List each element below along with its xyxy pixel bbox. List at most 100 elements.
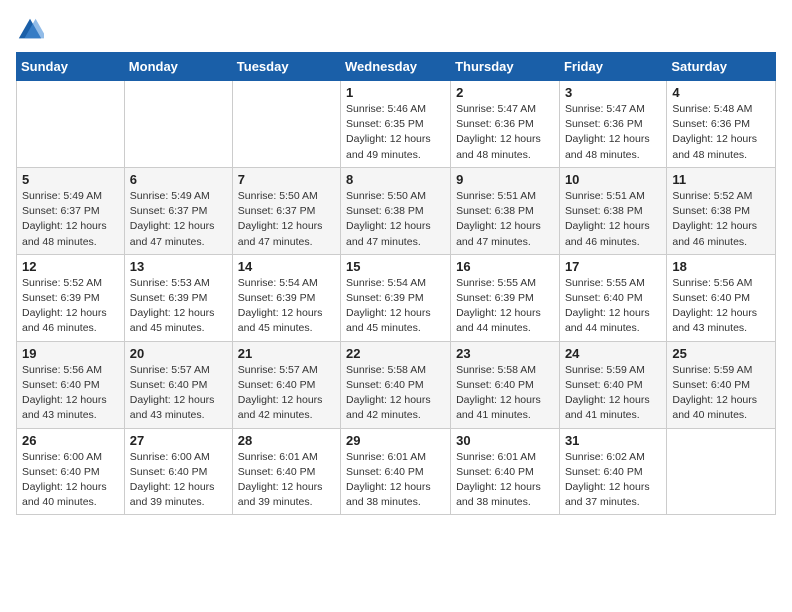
calendar-cell: 21Sunrise: 5:57 AMSunset: 6:40 PMDayligh… bbox=[232, 341, 340, 428]
calendar-cell: 17Sunrise: 5:55 AMSunset: 6:40 PMDayligh… bbox=[559, 254, 666, 341]
day-info: Sunrise: 5:59 AMSunset: 6:40 PMDaylight:… bbox=[565, 363, 661, 424]
day-number: 27 bbox=[130, 433, 227, 448]
day-info: Sunrise: 5:50 AMSunset: 6:37 PMDaylight:… bbox=[238, 189, 335, 250]
weekday-header: Wednesday bbox=[341, 53, 451, 81]
day-number: 3 bbox=[565, 85, 661, 100]
calendar-cell: 10 Sunrise: 5:51 AMSunset: 6:38 PMDayligh… bbox=[559, 167, 666, 254]
day-number: 23 bbox=[456, 346, 554, 361]
calendar-cell: 3 Sunrise: 5:47 AMSunset: 6:36 PMDaylight… bbox=[559, 81, 666, 168]
page-header bbox=[16, 16, 776, 44]
day-number: 21 bbox=[238, 346, 335, 361]
day-info: Sunrise: 6:02 AMSunset: 6:40 PMDaylight:… bbox=[565, 450, 661, 511]
day-number: 7 bbox=[238, 172, 335, 187]
calendar-week-row: 26 Sunrise: 6:00 AMSunset: 6:40 PMDayligh… bbox=[17, 428, 776, 515]
day-info: Sunrise: 5:46 AMSunset: 6:35 PMDaylight:… bbox=[346, 102, 445, 163]
day-number: 15 bbox=[346, 259, 445, 274]
calendar-cell: 7 Sunrise: 5:50 AMSunset: 6:37 PMDaylight… bbox=[232, 167, 340, 254]
calendar-cell bbox=[17, 81, 125, 168]
calendar-cell: 25 Sunrise: 5:59 AMSunset: 6:40 PMDayligh… bbox=[667, 341, 776, 428]
weekday-header: Monday bbox=[124, 53, 232, 81]
day-info: Sunrise: 5:49 AMSunset: 6:37 PMDaylight:… bbox=[130, 189, 227, 250]
day-number: 13 bbox=[130, 259, 227, 274]
calendar-cell bbox=[667, 428, 776, 515]
calendar-cell: 20 Sunrise: 5:57 AMSunset: 6:40 PMDayligh… bbox=[124, 341, 232, 428]
calendar-cell: 16 Sunrise: 5:55 AMSunset: 6:39 PMDayligh… bbox=[451, 254, 560, 341]
calendar-cell: 2 Sunrise: 5:47 AMSunset: 6:36 PMDaylight… bbox=[451, 81, 560, 168]
day-number: 20 bbox=[130, 346, 227, 361]
calendar-cell: 18 Sunrise: 5:56 AMSunset: 6:40 PMDayligh… bbox=[667, 254, 776, 341]
logo-icon bbox=[16, 16, 44, 44]
calendar-cell: 27Sunrise: 6:00 AMSunset: 6:40 PMDayligh… bbox=[124, 428, 232, 515]
day-number: 2 bbox=[456, 85, 554, 100]
day-number: 5 bbox=[22, 172, 119, 187]
calendar-cell bbox=[232, 81, 340, 168]
weekday-header: Thursday bbox=[451, 53, 560, 81]
day-info: Sunrise: 6:01 AMSunset: 6:40 PMDaylight:… bbox=[238, 450, 335, 511]
day-number: 1 bbox=[346, 85, 445, 100]
day-info: Sunrise: 5:58 AMSunset: 6:40 PMDaylight:… bbox=[346, 363, 445, 424]
calendar-cell: 9 Sunrise: 5:51 AMSunset: 6:38 PMDaylight… bbox=[451, 167, 560, 254]
day-info: Sunrise: 5:52 AMSunset: 6:38 PMDaylight:… bbox=[672, 189, 770, 250]
day-number: 12 bbox=[22, 259, 119, 274]
day-info: Sunrise: 5:52 AMSunset: 6:39 PMDaylight:… bbox=[22, 276, 119, 337]
day-info: Sunrise: 5:54 AMSunset: 6:39 PMDaylight:… bbox=[346, 276, 445, 337]
calendar-cell: 5 Sunrise: 5:49 AMSunset: 6:37 PMDaylight… bbox=[17, 167, 125, 254]
day-number: 26 bbox=[22, 433, 119, 448]
weekday-header: Friday bbox=[559, 53, 666, 81]
day-info: Sunrise: 6:00 AMSunset: 6:40 PMDaylight:… bbox=[22, 450, 119, 511]
weekday-header: Tuesday bbox=[232, 53, 340, 81]
calendar-cell: 24 Sunrise: 5:59 AMSunset: 6:40 PMDayligh… bbox=[559, 341, 666, 428]
calendar-cell: 13 Sunrise: 5:53 AMSunset: 6:39 PMDayligh… bbox=[124, 254, 232, 341]
calendar-cell bbox=[124, 81, 232, 168]
calendar-cell: 8Sunrise: 5:50 AMSunset: 6:38 PMDaylight… bbox=[341, 167, 451, 254]
calendar-cell: 12 Sunrise: 5:52 AMSunset: 6:39 PMDayligh… bbox=[17, 254, 125, 341]
day-info: Sunrise: 5:59 AMSunset: 6:40 PMDaylight:… bbox=[672, 363, 770, 424]
day-info: Sunrise: 5:51 AMSunset: 6:38 PMDaylight:… bbox=[565, 189, 661, 250]
calendar-week-row: 1 Sunrise: 5:46 AMSunset: 6:35 PMDaylight… bbox=[17, 81, 776, 168]
day-info: Sunrise: 5:56 AMSunset: 6:40 PMDaylight:… bbox=[672, 276, 770, 337]
day-number: 16 bbox=[456, 259, 554, 274]
calendar-cell: 6 Sunrise: 5:49 AMSunset: 6:37 PMDaylight… bbox=[124, 167, 232, 254]
calendar-cell: 15 Sunrise: 5:54 AMSunset: 6:39 PMDayligh… bbox=[341, 254, 451, 341]
logo bbox=[16, 16, 48, 44]
calendar-week-row: 12 Sunrise: 5:52 AMSunset: 6:39 PMDayligh… bbox=[17, 254, 776, 341]
day-info: Sunrise: 6:01 AMSunset: 6:40 PMDaylight:… bbox=[346, 450, 445, 511]
day-info: Sunrise: 5:53 AMSunset: 6:39 PMDaylight:… bbox=[130, 276, 227, 337]
day-number: 25 bbox=[672, 346, 770, 361]
day-number: 28 bbox=[238, 433, 335, 448]
day-number: 24 bbox=[565, 346, 661, 361]
calendar-cell: 28 Sunrise: 6:01 AMSunset: 6:40 PMDayligh… bbox=[232, 428, 340, 515]
day-number: 18 bbox=[672, 259, 770, 274]
day-number: 4 bbox=[672, 85, 770, 100]
calendar-table: SundayMondayTuesdayWednesdayThursdayFrid… bbox=[16, 52, 776, 515]
day-info: Sunrise: 5:49 AMSunset: 6:37 PMDaylight:… bbox=[22, 189, 119, 250]
day-number: 17 bbox=[565, 259, 661, 274]
day-info: Sunrise: 5:56 AMSunset: 6:40 PMDaylight:… bbox=[22, 363, 119, 424]
day-number: 22 bbox=[346, 346, 445, 361]
day-info: Sunrise: 5:51 AMSunset: 6:38 PMDaylight:… bbox=[456, 189, 554, 250]
calendar-cell: 29Sunrise: 6:01 AMSunset: 6:40 PMDayligh… bbox=[341, 428, 451, 515]
weekday-header-row: SundayMondayTuesdayWednesdayThursdayFrid… bbox=[17, 53, 776, 81]
day-info: Sunrise: 5:50 AMSunset: 6:38 PMDaylight:… bbox=[346, 189, 445, 250]
day-info: Sunrise: 5:47 AMSunset: 6:36 PMDaylight:… bbox=[456, 102, 554, 163]
calendar-cell: 31 Sunrise: 6:02 AMSunset: 6:40 PMDayligh… bbox=[559, 428, 666, 515]
day-number: 11 bbox=[672, 172, 770, 187]
calendar-cell: 22 Sunrise: 5:58 AMSunset: 6:40 PMDayligh… bbox=[341, 341, 451, 428]
day-number: 10 bbox=[565, 172, 661, 187]
calendar-cell: 1 Sunrise: 5:46 AMSunset: 6:35 PMDaylight… bbox=[341, 81, 451, 168]
day-number: 9 bbox=[456, 172, 554, 187]
day-info: Sunrise: 6:01 AMSunset: 6:40 PMDaylight:… bbox=[456, 450, 554, 511]
day-number: 31 bbox=[565, 433, 661, 448]
calendar-cell: 30 Sunrise: 6:01 AMSunset: 6:40 PMDayligh… bbox=[451, 428, 560, 515]
day-info: Sunrise: 5:57 AMSunset: 6:40 PMDaylight:… bbox=[130, 363, 227, 424]
day-info: Sunrise: 5:55 AMSunset: 6:39 PMDaylight:… bbox=[456, 276, 554, 337]
calendar-week-row: 19 Sunrise: 5:56 AMSunset: 6:40 PMDayligh… bbox=[17, 341, 776, 428]
day-info: Sunrise: 5:58 AMSunset: 6:40 PMDaylight:… bbox=[456, 363, 554, 424]
day-number: 19 bbox=[22, 346, 119, 361]
calendar-cell: 4Sunrise: 5:48 AMSunset: 6:36 PMDaylight… bbox=[667, 81, 776, 168]
day-number: 30 bbox=[456, 433, 554, 448]
calendar-week-row: 5 Sunrise: 5:49 AMSunset: 6:37 PMDaylight… bbox=[17, 167, 776, 254]
day-number: 6 bbox=[130, 172, 227, 187]
day-info: Sunrise: 5:47 AMSunset: 6:36 PMDaylight:… bbox=[565, 102, 661, 163]
calendar-cell: 14Sunrise: 5:54 AMSunset: 6:39 PMDayligh… bbox=[232, 254, 340, 341]
